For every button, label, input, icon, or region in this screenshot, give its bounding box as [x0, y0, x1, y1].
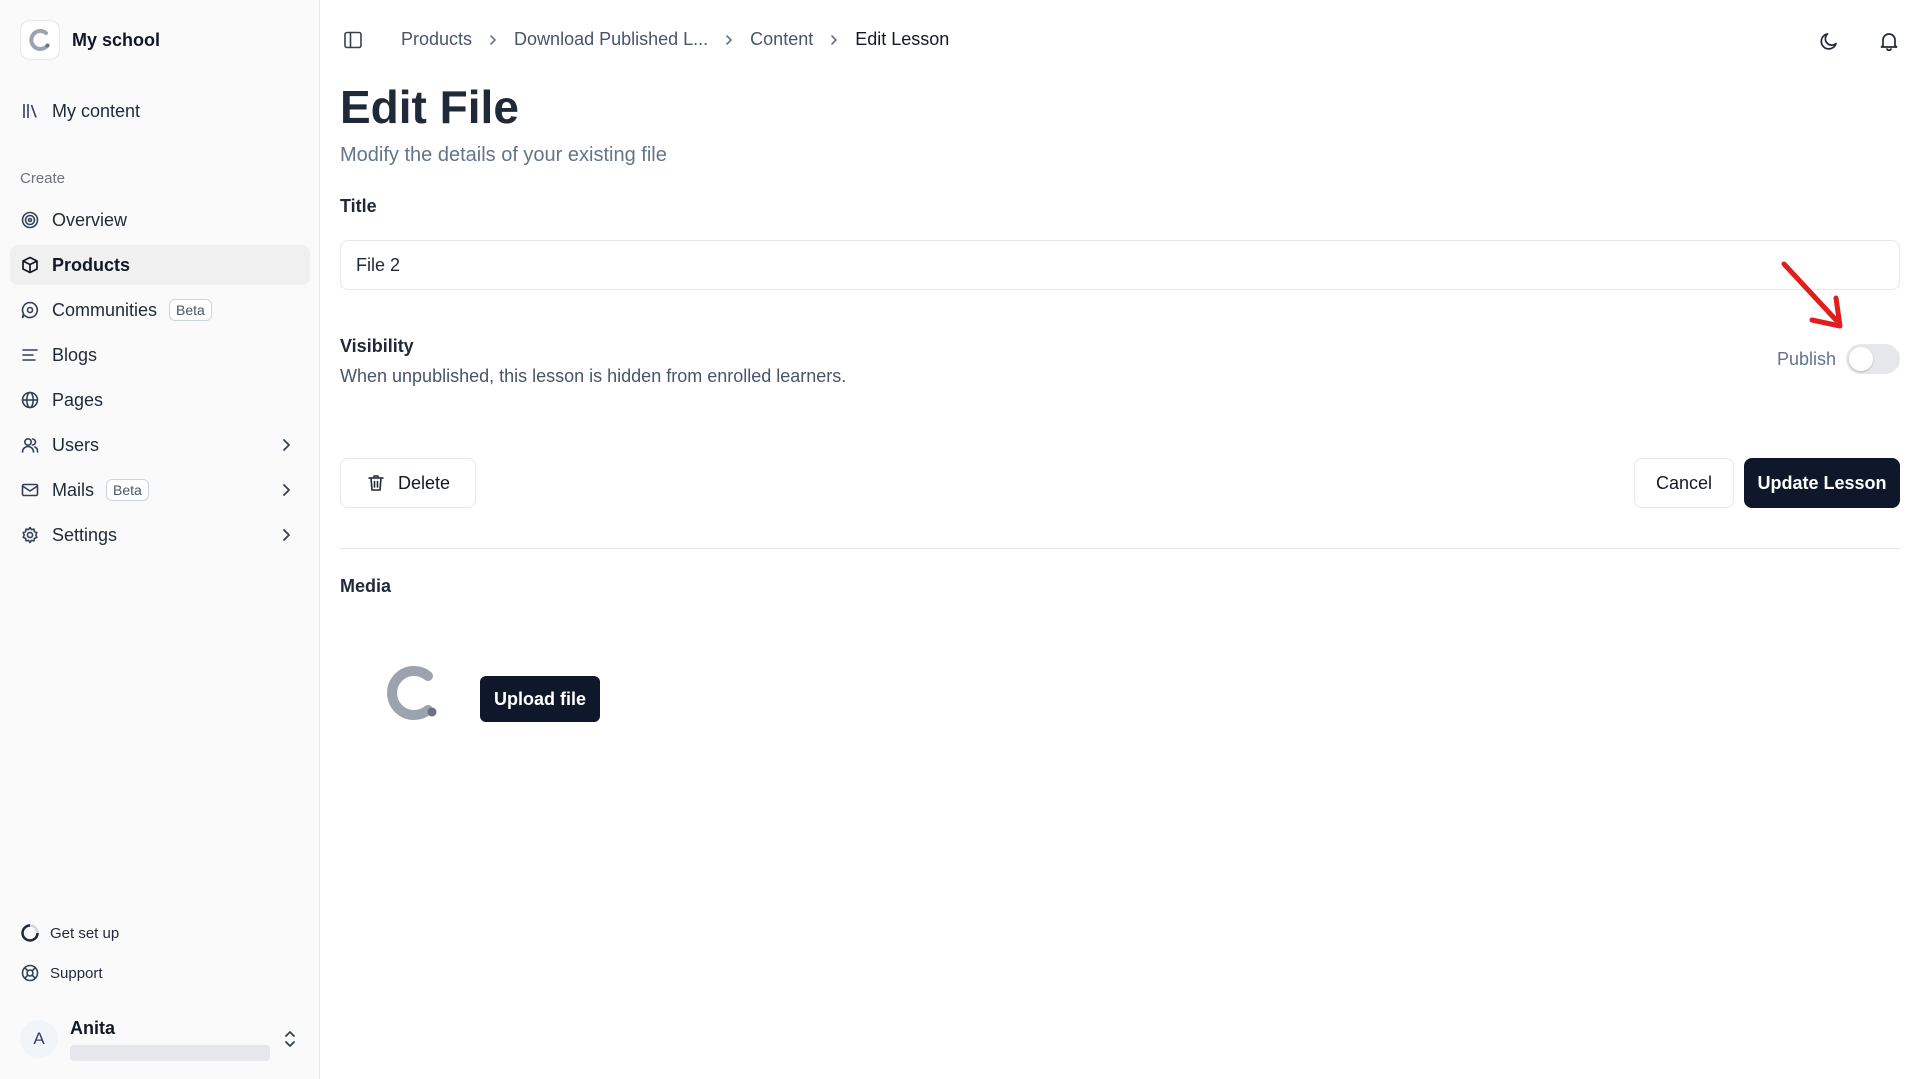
upload-file-button[interactable]: Upload file: [480, 676, 600, 722]
globe-icon: [20, 390, 40, 410]
publish-control: Publish: [1777, 344, 1900, 374]
user-email-redacted: [70, 1045, 270, 1061]
topbar: Products Download Published L... Content…: [320, 0, 1919, 80]
toggle-knob: [1849, 347, 1873, 371]
sidebar-item-label: Overview: [52, 209, 128, 230]
get-set-up-link[interactable]: Get set up: [20, 923, 119, 943]
breadcrumb-content[interactable]: Content: [750, 29, 813, 50]
sidebar-item-products[interactable]: Products: [10, 245, 310, 285]
sidebar-item-users[interactable]: Users: [10, 425, 310, 465]
publish-toggle[interactable]: [1846, 344, 1900, 374]
publish-label: Publish: [1776, 348, 1836, 369]
page-subtitle: Modify the details of your existing file: [340, 144, 667, 166]
breadcrumb-current: Edit Lesson: [855, 29, 950, 49]
text-lines-icon: [20, 345, 40, 365]
sidebar-toggle-icon[interactable]: [343, 30, 363, 50]
trash-icon: [368, 475, 384, 491]
avatar: A: [20, 1020, 58, 1058]
chevron-right-icon: [826, 32, 842, 48]
sidebar-item-settings[interactable]: Settings: [10, 515, 310, 555]
sidebar-item-overview[interactable]: Overview: [10, 200, 310, 240]
progress-ring-icon: [21, 924, 39, 942]
cancel-button[interactable]: Cancel: [1634, 458, 1734, 508]
sidebar-item-label: My content: [52, 100, 141, 121]
sidebar-item-label: Users: [52, 434, 100, 455]
gear-icon: [20, 525, 40, 545]
user-menu[interactable]: A Anita: [20, 1018, 300, 1062]
title-input[interactable]: [340, 240, 1900, 290]
chevron-right-icon: [485, 32, 501, 48]
page-title: Edit File: [340, 81, 519, 133]
chevron-right-icon: [283, 484, 290, 496]
brand[interactable]: My school: [20, 20, 160, 60]
support-label: Support: [50, 964, 103, 982]
chevron-right-icon: [283, 529, 290, 541]
sidebar-item-label: Products: [52, 254, 131, 275]
bell-icon[interactable]: [1878, 30, 1900, 52]
sidebar-item-mails[interactable]: Mails Beta: [10, 470, 310, 510]
sidebar-item-communities[interactable]: Communities Beta: [10, 290, 310, 330]
media-label: Media: [340, 576, 392, 596]
divider: [340, 548, 1900, 549]
beta-badge: Beta: [169, 299, 212, 321]
media-placeholder-icon: [387, 666, 437, 720]
message-circle-icon: [20, 300, 40, 320]
beta-badge: Beta: [106, 479, 149, 501]
visibility-description: When unpublished, this lesson is hidden …: [340, 366, 847, 386]
section-label-create: Create: [20, 170, 66, 187]
visibility-label: Visibility: [340, 336, 414, 356]
title-label: Title: [340, 196, 377, 216]
delete-button[interactable]: Delete: [340, 458, 476, 508]
annotation-arrow-icon: [1781, 261, 1843, 329]
breadcrumb-products[interactable]: Products: [401, 29, 472, 50]
get-set-up-label: Get set up: [50, 924, 120, 942]
support-link[interactable]: Support: [20, 963, 103, 983]
brand-name: My school: [72, 29, 161, 50]
breadcrumb: Products Download Published L... Content…: [401, 29, 949, 50]
chevron-right-icon: [283, 439, 290, 451]
sidebar-item-my-content[interactable]: My content: [10, 91, 310, 131]
update-lesson-button[interactable]: Update Lesson: [1744, 458, 1900, 508]
library-icon: [20, 101, 40, 121]
users-icon: [20, 435, 40, 455]
sidebar-item-label: Settings: [52, 524, 118, 545]
sidebar-item-label: Pages: [52, 389, 104, 410]
brand-logo-icon: [20, 20, 60, 60]
lifebuoy-icon: [21, 964, 39, 982]
box-icon: [20, 255, 40, 275]
user-name: Anita: [70, 1018, 115, 1038]
delete-label: Delete: [397, 472, 451, 493]
sidebar-item-label: Mails: [52, 479, 95, 500]
chevron-right-icon: [721, 32, 737, 48]
mail-icon: [20, 480, 40, 500]
target-icon: [20, 210, 40, 230]
sidebar-item-label: Blogs: [52, 344, 98, 365]
breadcrumb-product[interactable]: Download Published L...: [514, 29, 708, 50]
sidebar-item-blogs[interactable]: Blogs: [10, 335, 310, 375]
sidebar-item-pages[interactable]: Pages: [10, 380, 310, 420]
moon-icon[interactable]: [1818, 30, 1840, 52]
chevrons-up-down-icon: [285, 1031, 295, 1047]
sidebar: My school My content Create Overview Pro…: [0, 0, 320, 1079]
sidebar-item-label: Communities: [52, 299, 158, 320]
